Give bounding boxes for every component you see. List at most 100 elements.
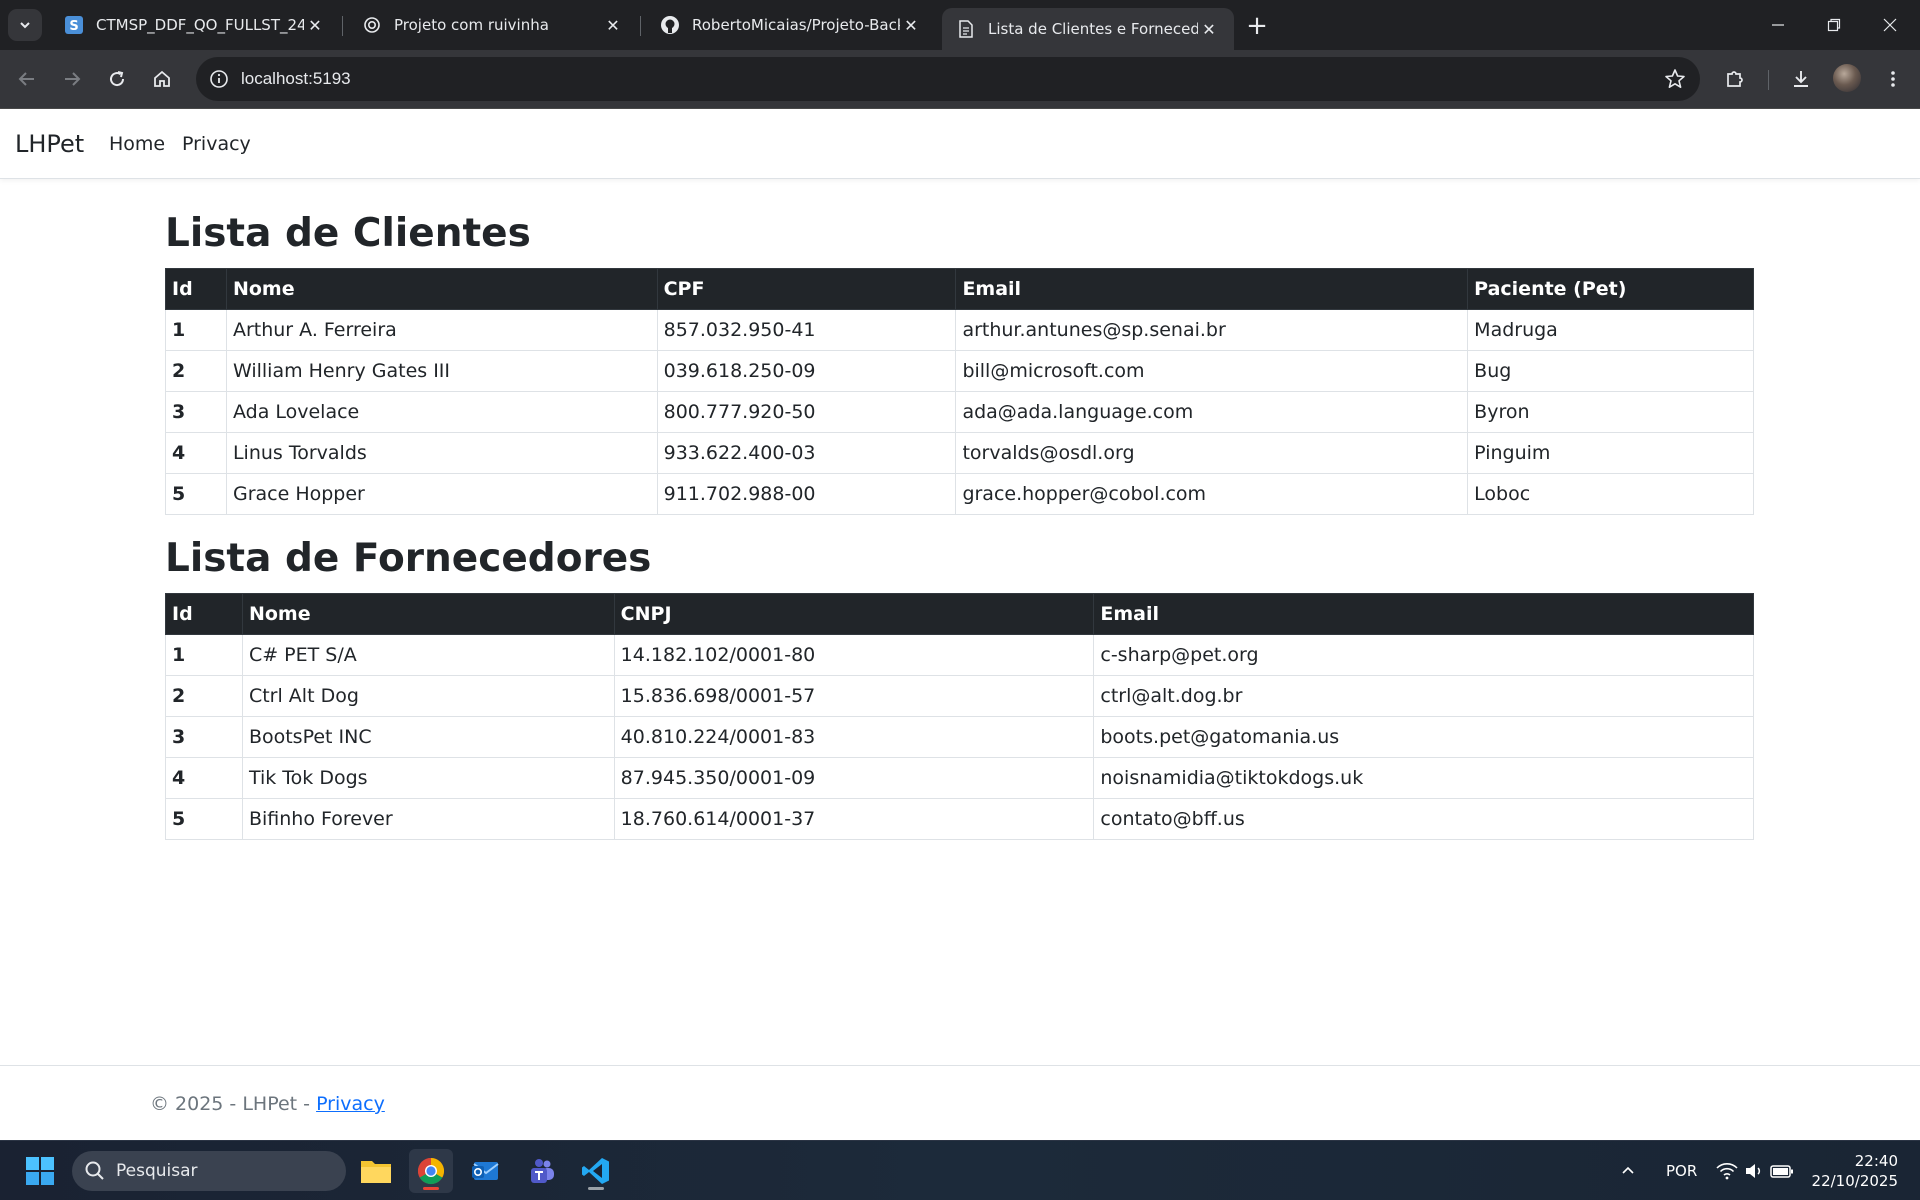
start-button[interactable] xyxy=(18,1149,62,1193)
outlook-button[interactable] xyxy=(464,1149,508,1193)
arrow-right-icon xyxy=(65,72,81,86)
nome-cell: Linus Torvalds xyxy=(225,432,658,474)
browser-toolbar: localhost:5193 xyxy=(0,50,1920,108)
email-cell: grace.hopper@cobol.com xyxy=(955,473,1469,515)
id-cell: 5 xyxy=(165,473,227,515)
menu-button[interactable] xyxy=(1876,62,1910,96)
svg-text:S: S xyxy=(69,19,78,34)
volume-icon xyxy=(1746,1164,1761,1178)
cnpj-cell: 14.182.102/0001-80 xyxy=(613,634,1095,676)
column-header: Id xyxy=(165,268,227,310)
pet-cell: Madruga xyxy=(1467,309,1754,351)
teams-button[interactable] xyxy=(519,1149,563,1193)
close-tab-icon[interactable]: ✕ xyxy=(1198,18,1220,40)
language-label: POR xyxy=(1666,1162,1698,1180)
search-placeholder: Pesquisar xyxy=(116,1161,198,1181)
nome-cell: Ada Lovelace xyxy=(225,391,658,433)
cnpj-cell: 87.945.350/0001-09 xyxy=(613,757,1095,799)
arrow-left-icon xyxy=(18,72,34,86)
column-header: Email xyxy=(955,268,1469,310)
vscode-icon xyxy=(582,1158,609,1184)
nav-home-link[interactable]: Home xyxy=(109,133,165,155)
pet-cell: Pinguim xyxy=(1467,432,1754,474)
close-icon xyxy=(1883,18,1897,32)
email-cell: arthur.antunes@sp.senai.br xyxy=(955,309,1469,351)
tab-github[interactable]: RobertoMicaias/Projeto-Backen ✕ xyxy=(646,0,936,50)
forward-button[interactable] xyxy=(55,62,89,96)
chrome-taskbar-button[interactable] xyxy=(409,1149,453,1193)
folder-icon xyxy=(361,1161,391,1183)
nome-cell: Tik Tok Dogs xyxy=(241,757,615,799)
profile-avatar[interactable] xyxy=(1833,64,1861,92)
new-tab-button[interactable]: + xyxy=(1240,11,1274,41)
column-header: Nome xyxy=(225,268,658,310)
running-indicator xyxy=(588,1187,604,1190)
nav-privacy-link[interactable]: Privacy xyxy=(182,133,251,155)
info-icon[interactable] xyxy=(208,68,230,90)
cnpj-cell: 40.810.224/0001-83 xyxy=(613,716,1095,758)
close-tab-icon[interactable]: ✕ xyxy=(304,14,326,36)
cpf-cell: 857.032.950-41 xyxy=(656,309,957,351)
restore-button[interactable] xyxy=(1806,0,1862,50)
close-window-button[interactable] xyxy=(1862,0,1918,50)
cnpj-cell: 15.836.698/0001-57 xyxy=(613,675,1095,717)
star-icon[interactable] xyxy=(1664,68,1686,90)
tab-separator xyxy=(640,16,641,36)
system-clock[interactable]: 22:40 22/10/2025 xyxy=(1812,1151,1898,1191)
nome-cell: Arthur A. Ferreira xyxy=(225,309,658,351)
column-header: CNPJ xyxy=(613,593,1095,635)
close-tab-icon[interactable]: ✕ xyxy=(900,14,922,36)
battery-icon xyxy=(1770,1165,1793,1178)
s-doc-icon: S xyxy=(64,15,84,35)
nome-cell: C# PET S/A xyxy=(241,634,615,676)
column-header: Paciente (Pet) xyxy=(1467,268,1754,310)
vscode-button[interactable] xyxy=(574,1149,618,1193)
home-button[interactable] xyxy=(145,62,179,96)
clientes-title: Lista de Clientes xyxy=(165,211,531,256)
close-tab-icon[interactable]: ✕ xyxy=(602,14,624,36)
email-cell: bill@microsoft.com xyxy=(955,350,1469,392)
puzzle-icon xyxy=(1727,71,1743,87)
url-text[interactable]: localhost:5193 xyxy=(241,69,351,89)
tab-search-button[interactable] xyxy=(8,9,42,41)
downloads-button[interactable] xyxy=(1784,62,1818,96)
clock-date: 22/10/2025 xyxy=(1811,1172,1898,1190)
table-header-row: Id Nome CPF Email Paciente (Pet) xyxy=(165,268,1754,310)
id-cell: 3 xyxy=(165,716,243,758)
file-explorer-button[interactable] xyxy=(354,1149,398,1193)
email-cell: contato@bff.us xyxy=(1093,798,1754,840)
taskbar-search[interactable]: Pesquisar xyxy=(72,1151,346,1191)
github-icon xyxy=(660,15,680,35)
show-hidden-icons-button[interactable] xyxy=(1620,1141,1636,1200)
address-bar[interactable]: localhost:5193 xyxy=(196,57,1700,101)
clock-time: 22:40 xyxy=(1854,1152,1898,1170)
home-icon xyxy=(154,70,170,87)
tab-lista-clientes[interactable]: Lista de Clientes e Fornecedore ✕ xyxy=(942,8,1234,50)
tab-projeto-ruivinha[interactable]: Projeto com ruivinha ✕ xyxy=(348,0,638,50)
id-cell: 3 xyxy=(165,391,227,433)
brand-link[interactable]: LHPet xyxy=(15,130,84,158)
nome-cell: Grace Hopper xyxy=(225,473,658,515)
table-header-row: Id Nome CNPJ Email xyxy=(165,593,1754,635)
search-icon xyxy=(85,1161,104,1180)
windows-taskbar: Pesquisar POR 22:40 22/10/2025 xyxy=(0,1140,1920,1200)
table-row: 2 William Henry Gates III 039.618.250-09… xyxy=(165,350,1754,392)
language-indicator[interactable]: POR xyxy=(1666,1141,1697,1200)
minimize-button[interactable] xyxy=(1750,0,1806,50)
download-icon xyxy=(1794,71,1808,87)
tab-ctmsp[interactable]: S CTMSP_DDF_QO_FULLST_242T1 ✕ xyxy=(50,0,340,50)
extensions-button[interactable] xyxy=(1718,62,1752,96)
quick-settings[interactable] xyxy=(1716,1141,1794,1200)
restore-icon xyxy=(1827,18,1841,32)
table-row: 4 Tik Tok Dogs 87.945.350/0001-09 noisna… xyxy=(165,757,1754,799)
footer-text: © 2025 - LHPet - Privacy xyxy=(150,1093,385,1115)
chevron-down-icon xyxy=(20,22,30,29)
reload-button[interactable] xyxy=(100,62,134,96)
site-footer: © 2025 - LHPet - Privacy xyxy=(0,1065,1920,1140)
back-button[interactable] xyxy=(10,62,44,96)
windows-logo-icon xyxy=(26,1157,54,1185)
tab-title: Lista de Clientes e Fornecedore xyxy=(988,20,1198,38)
footer-privacy-link[interactable]: Privacy xyxy=(316,1093,385,1115)
tab-separator xyxy=(342,16,343,36)
table-row: 5 Bifinho Forever 18.760.614/0001-37 con… xyxy=(165,798,1754,840)
